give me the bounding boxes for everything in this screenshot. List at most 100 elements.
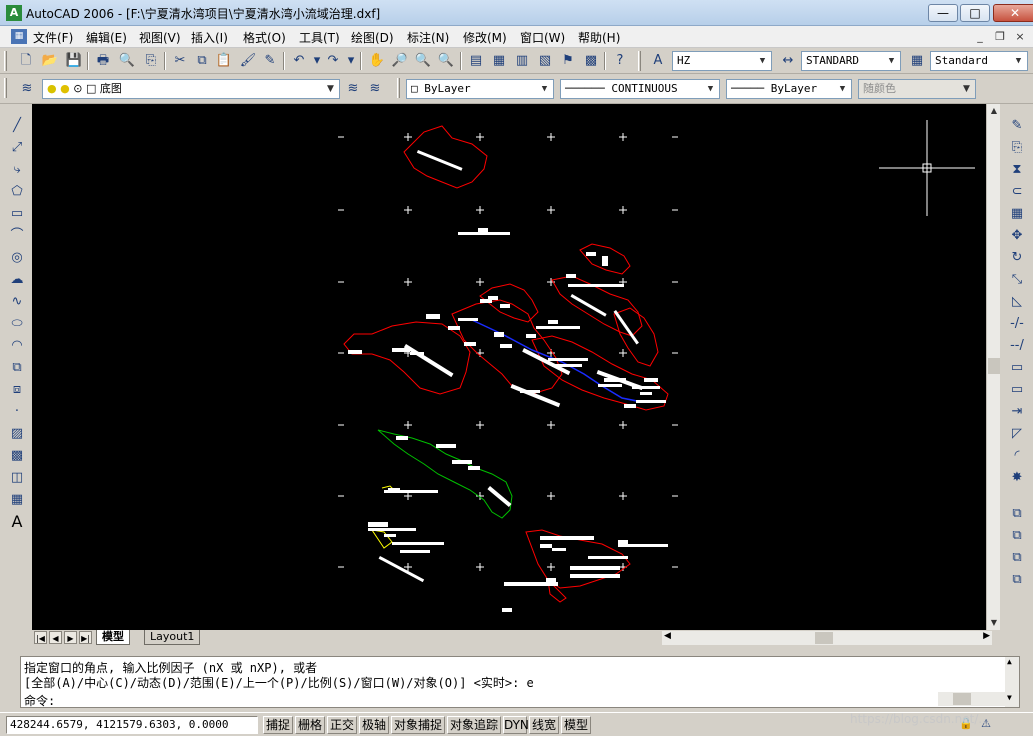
- table-style-combo[interactable]: Standard ▼: [930, 51, 1028, 71]
- menu-format[interactable]: 格式(O): [243, 29, 286, 46]
- region-icon[interactable]: ◫: [6, 468, 28, 488]
- extend-icon[interactable]: --/: [1006, 336, 1028, 356]
- menu-help[interactable]: 帮助(H): [578, 29, 620, 46]
- design-center-icon[interactable]: ▦: [488, 50, 510, 72]
- mdi-minimize-button[interactable]: _: [972, 29, 988, 45]
- gradient-icon[interactable]: ▩: [6, 446, 28, 466]
- table-icon[interactable]: ▦: [6, 490, 28, 510]
- point-icon[interactable]: ·: [6, 402, 28, 422]
- lineweight-combo[interactable]: ───── ByLayer ▼: [726, 79, 852, 99]
- ellipse-arc-icon[interactable]: ◠: [6, 336, 28, 356]
- pan-realtime-icon[interactable]: ✋: [366, 50, 388, 72]
- menu-dimension[interactable]: 标注(N): [407, 29, 449, 46]
- make-block-icon[interactable]: ⧈: [6, 380, 28, 400]
- plot-preview-icon[interactable]: 🔍: [116, 50, 138, 72]
- line-icon[interactable]: ╱: [6, 116, 28, 136]
- join-icon[interactable]: ⇥: [1006, 402, 1028, 422]
- stretch-icon[interactable]: ◺: [1006, 292, 1028, 312]
- dim-style-icon[interactable]: ↔: [777, 50, 799, 72]
- move-icon[interactable]: ✥: [1006, 226, 1028, 246]
- object-tracking-toggle[interactable]: 对象追踪: [447, 716, 501, 734]
- open-icon[interactable]: 📂: [39, 50, 61, 72]
- copy-icon[interactable]: ⧉: [191, 50, 213, 72]
- last-tab-icon[interactable]: ▶|: [79, 631, 92, 644]
- maximize-button[interactable]: □: [960, 4, 990, 22]
- erase-icon[interactable]: ✎: [1006, 116, 1028, 136]
- block-editor-icon[interactable]: ✎: [259, 50, 281, 72]
- insert-block-icon[interactable]: ⧉: [6, 358, 28, 378]
- command-prompt[interactable]: 命令:: [24, 692, 55, 709]
- help-icon[interactable]: ?: [609, 50, 631, 72]
- scale-icon[interactable]: ⤡: [1006, 270, 1028, 290]
- command-horizontal-scrollbar[interactable]: [938, 692, 1007, 706]
- previous-tab-icon[interactable]: ◀: [49, 631, 62, 644]
- break-icon[interactable]: ▭: [1006, 380, 1028, 400]
- tool-palettes-icon[interactable]: ▥: [511, 50, 533, 72]
- ellipse-icon[interactable]: ⬭: [6, 314, 28, 334]
- layer-previous-icon[interactable]: ≋: [364, 78, 386, 100]
- arc-icon[interactable]: ⌒: [6, 226, 28, 246]
- next-tab-icon[interactable]: ▶: [64, 631, 77, 644]
- drawing-vertical-scrollbar[interactable]: ▲ ▼: [986, 104, 1000, 630]
- menu-edit[interactable]: 编辑(E): [86, 29, 127, 46]
- scroll-up-icon[interactable]: ▲: [1007, 657, 1012, 666]
- scroll-right-icon[interactable]: ▶: [983, 631, 990, 641]
- ortho-toggle[interactable]: 正交: [327, 716, 357, 734]
- dyn-toggle[interactable]: DYN: [503, 716, 529, 734]
- publish-icon[interactable]: ⎘: [140, 50, 162, 72]
- chevron-down-icon[interactable]: ▼: [537, 81, 552, 97]
- menu-view[interactable]: 视图(V): [139, 29, 181, 46]
- chevron-down-icon[interactable]: ▼: [755, 53, 770, 69]
- scroll-thumb[interactable]: [815, 632, 833, 644]
- menu-modify[interactable]: 修改(M): [463, 29, 507, 46]
- linetype-combo[interactable]: ────── CONTINUOUS ▼: [560, 79, 720, 99]
- close-button[interactable]: ✕: [993, 4, 1033, 22]
- tab-layout1[interactable]: Layout1: [144, 630, 201, 645]
- polar-toggle[interactable]: 极轴: [359, 716, 389, 734]
- lightbulb-icon[interactable]: ●: [47, 82, 57, 95]
- command-window[interactable]: 指定窗口的角点, 输入比例因子 (nX 或 nXP), 或者 [全部(A)/中心…: [20, 656, 1020, 708]
- grid-toggle[interactable]: 栅格: [295, 716, 325, 734]
- multiline-text-icon[interactable]: A: [6, 512, 28, 532]
- zoom-previous-icon[interactable]: 🔍: [435, 50, 457, 72]
- color-combo[interactable]: □ ByLayer ▼: [406, 79, 554, 99]
- scroll-left-icon[interactable]: ◀: [664, 631, 671, 641]
- break-at-point-icon[interactable]: ▭: [1006, 358, 1028, 378]
- mdi-restore-button[interactable]: ❐: [992, 29, 1008, 45]
- menu-window[interactable]: 窗口(W): [520, 29, 565, 46]
- toolbar-grip[interactable]: [638, 51, 641, 71]
- trim-icon[interactable]: -/-: [1006, 314, 1028, 334]
- offset-icon[interactable]: ⊂: [1006, 182, 1028, 202]
- draw-order-front-icon[interactable]: ⧉: [1006, 504, 1028, 524]
- coordinate-display[interactable]: 428244.6579, 4121579.6303, 0.0000: [6, 716, 258, 734]
- polyline-icon[interactable]: ⤷: [6, 160, 28, 180]
- draw-order-under-icon[interactable]: ⧉: [1006, 570, 1028, 590]
- command-vertical-scrollbar[interactable]: ▲ ▼: [1005, 657, 1019, 707]
- menu-draw[interactable]: 绘图(D): [351, 29, 394, 46]
- redo-dropdown-icon[interactable]: ▾: [340, 50, 362, 72]
- new-icon[interactable]: 🗋: [15, 50, 37, 72]
- copy-object-icon[interactable]: ⎘: [1006, 138, 1028, 158]
- drawing-area[interactable]: [32, 104, 986, 630]
- sheet-set-icon[interactable]: ▧: [534, 50, 556, 72]
- menu-tools[interactable]: 工具(T): [299, 29, 340, 46]
- table-style-icon[interactable]: ▦: [906, 50, 928, 72]
- draw-order-back-icon[interactable]: ⧉: [1006, 526, 1028, 546]
- scroll-up-icon[interactable]: ▲: [987, 104, 1001, 118]
- tab-model[interactable]: 模型: [96, 630, 130, 645]
- lock-icon[interactable]: ⊙: [73, 82, 82, 95]
- dim-style-combo[interactable]: STANDARD ▼: [801, 51, 901, 71]
- hatch-icon[interactable]: ▨: [6, 424, 28, 444]
- scroll-thumb[interactable]: [988, 358, 1000, 374]
- array-icon[interactable]: ▦: [1006, 204, 1028, 224]
- toolbar-grip[interactable]: [4, 51, 7, 71]
- snap-toggle[interactable]: 捕捉: [263, 716, 293, 734]
- rotate-icon[interactable]: ↻: [1006, 248, 1028, 268]
- chevron-down-icon[interactable]: ▼: [835, 81, 850, 97]
- lineweight-toggle[interactable]: 线宽: [529, 716, 559, 734]
- menu-insert[interactable]: 插入(I): [191, 29, 228, 46]
- rectangle-icon[interactable]: ▭: [6, 204, 28, 224]
- polygon-icon[interactable]: ⬠: [6, 182, 28, 202]
- chamfer-icon[interactable]: ◸: [1006, 424, 1028, 444]
- paste-icon[interactable]: 📋: [213, 50, 235, 72]
